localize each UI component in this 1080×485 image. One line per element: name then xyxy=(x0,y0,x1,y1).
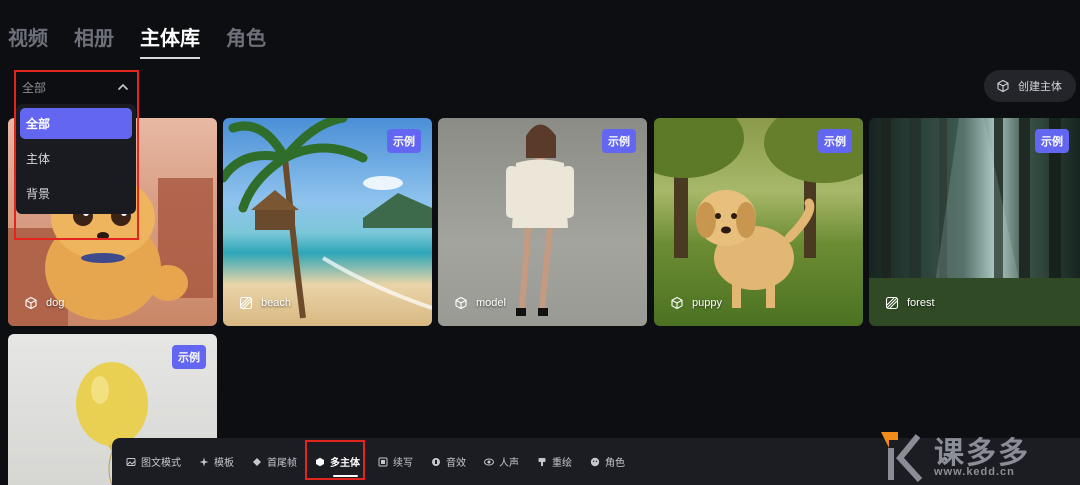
tool-character[interactable]: 角色 xyxy=(590,444,625,480)
sample-badge: 示例 xyxy=(1035,129,1069,153)
watermark-url: www.kedd.cn xyxy=(934,466,1015,478)
cube-icon xyxy=(671,296,683,310)
card-name: model xyxy=(476,297,506,309)
tool-extend[interactable]: 续写 xyxy=(378,444,413,480)
sound-icon xyxy=(432,457,440,466)
extend-icon xyxy=(378,457,388,466)
card-puppy[interactable]: 示例 puppy xyxy=(654,118,863,326)
tool-label: 音效 xyxy=(446,458,466,469)
card-forest[interactable]: 示例 forest xyxy=(869,118,1080,326)
card-name: puppy xyxy=(692,297,722,309)
top-tabs: 视频 相册 主体库 角色 xyxy=(8,22,266,59)
card-label: dog xyxy=(24,296,64,310)
tool-label: 图文模式 xyxy=(141,458,181,469)
cube-icon xyxy=(455,296,467,310)
tool-voice[interactable]: 人声 xyxy=(484,444,519,480)
tool-multi-subject[interactable]: 多主体 xyxy=(315,444,360,480)
tool-label: 首尾帧 xyxy=(267,458,297,469)
face-icon xyxy=(590,457,600,466)
sample-badge: 示例 xyxy=(602,129,636,153)
image-icon xyxy=(126,457,136,466)
tool-label: 角色 xyxy=(605,458,625,469)
sample-badge: 示例 xyxy=(172,345,206,369)
filter-dropdown: 全部 主体 背景 xyxy=(16,104,136,214)
chevron-up-icon xyxy=(118,83,128,90)
card-label: beach xyxy=(239,296,291,310)
create-subject-button[interactable]: 创建主体 xyxy=(984,70,1076,102)
cube-icon xyxy=(316,457,324,466)
cube-icon xyxy=(997,79,1009,93)
diamond-icon xyxy=(253,457,261,466)
tool-label: 模板 xyxy=(214,458,234,469)
create-subject-label: 创建主体 xyxy=(1018,81,1062,93)
tool-image-text-mode[interactable]: 图文模式 xyxy=(126,444,181,480)
tab-subject-library[interactable]: 主体库 xyxy=(140,22,200,59)
watermark: 课多多 www.kedd.cn xyxy=(876,428,1076,483)
sample-badge: 示例 xyxy=(818,129,852,153)
tab-video[interactable]: 视频 xyxy=(8,22,48,57)
sparkle-icon xyxy=(199,457,209,466)
card-name: beach xyxy=(261,297,291,309)
tool-label: 重绘 xyxy=(552,458,572,469)
tab-character[interactable]: 角色 xyxy=(226,22,266,57)
voice-icon xyxy=(484,458,494,465)
tool-template[interactable]: 模板 xyxy=(199,444,234,480)
card-model[interactable]: 示例 model xyxy=(438,118,647,326)
filter-option-all[interactable]: 全部 xyxy=(20,108,132,139)
tool-redraw[interactable]: 重绘 xyxy=(537,444,572,480)
card-label: puppy xyxy=(670,296,722,310)
filter-select-value: 全部 xyxy=(22,80,47,95)
card-name: dog xyxy=(46,297,65,309)
card-name: forest xyxy=(907,297,935,309)
tool-first-last-frame[interactable]: 首尾帧 xyxy=(252,444,297,480)
background-icon xyxy=(885,296,899,310)
tool-label: 人声 xyxy=(499,458,519,469)
tab-album[interactable]: 相册 xyxy=(74,22,114,57)
tool-label: 多主体 xyxy=(330,458,360,469)
filter-option-background[interactable]: 背景 xyxy=(20,178,132,209)
cube-icon xyxy=(25,296,37,310)
background-icon xyxy=(239,296,253,310)
sample-badge: 示例 xyxy=(387,129,421,153)
card-label: model xyxy=(454,296,506,310)
filter-select[interactable]: 全部 xyxy=(16,73,136,101)
filter-option-subject[interactable]: 主体 xyxy=(20,143,132,174)
card-beach[interactable]: 示例 beach xyxy=(223,118,432,326)
tool-label: 续写 xyxy=(393,458,413,469)
tool-sound-effect[interactable]: 音效 xyxy=(431,444,466,480)
card-label: forest xyxy=(885,296,935,310)
brush-icon xyxy=(538,457,546,466)
